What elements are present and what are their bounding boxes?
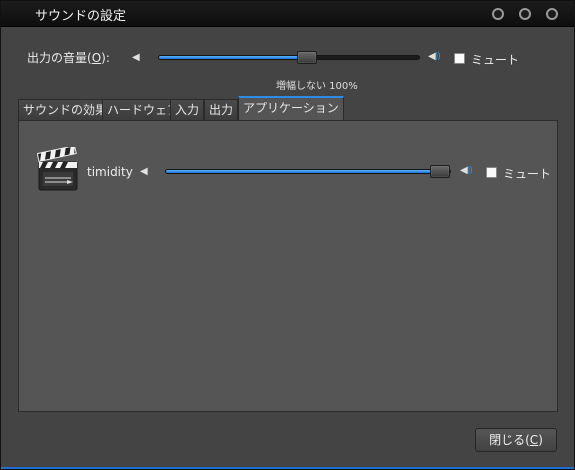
app-speaker-high-icon: ◀)) <box>460 165 473 176</box>
speaker-low-icon: ◀ <box>132 52 140 63</box>
tab-output[interactable]: 出力 <box>204 99 239 121</box>
output-volume-fill <box>159 56 308 59</box>
app-mute-checkbox[interactable] <box>486 167 497 178</box>
app-volume-slider[interactable] <box>165 169 451 174</box>
title-bar[interactable]: サウンドの設定 <box>1 1 574 27</box>
app-volume-thumb[interactable] <box>430 165 450 178</box>
applications-panel: timidity ◀ ◀)) ミュート <box>18 120 558 412</box>
output-mute-checkbox[interactable] <box>454 53 465 64</box>
output-mute-label: ミュート <box>471 53 520 67</box>
output-volume-thumb[interactable] <box>297 51 317 64</box>
minimize-button[interactable] <box>492 8 504 20</box>
app-volume-fill <box>166 170 441 173</box>
app-mute-label: ミュート <box>503 167 552 181</box>
sound-settings-window: サウンドの設定 出力の音量(O): ◀ ◀)) ミュート 増幅しない 100% … <box>0 0 575 470</box>
clapperboard-icon <box>37 147 78 191</box>
window-title: サウンドの設定 <box>35 9 127 24</box>
output-volume-label: 出力の音量(O): <box>27 51 110 65</box>
close-button[interactable]: 閉じる(C) <box>475 428 557 452</box>
speaker-high-icon: ◀)) <box>428 51 441 62</box>
amplification-label: 増幅しない 100% <box>276 81 358 92</box>
output-volume-row: 出力の音量(O): ◀ ◀)) ミュート <box>1 45 574 71</box>
application-row: timidity ◀ ◀)) ミュート <box>19 121 559 191</box>
tab-applications[interactable]: アプリケーション <box>238 96 344 121</box>
close-window-button[interactable] <box>546 8 558 20</box>
application-name: timidity <box>87 165 133 179</box>
maximize-button[interactable] <box>519 8 531 20</box>
output-volume-slider[interactable] <box>158 55 420 60</box>
tab-input[interactable]: 入力 <box>170 99 205 121</box>
tab-sound-effects[interactable]: サウンドの効果 <box>18 99 113 121</box>
app-speaker-low-icon: ◀ <box>140 166 148 177</box>
